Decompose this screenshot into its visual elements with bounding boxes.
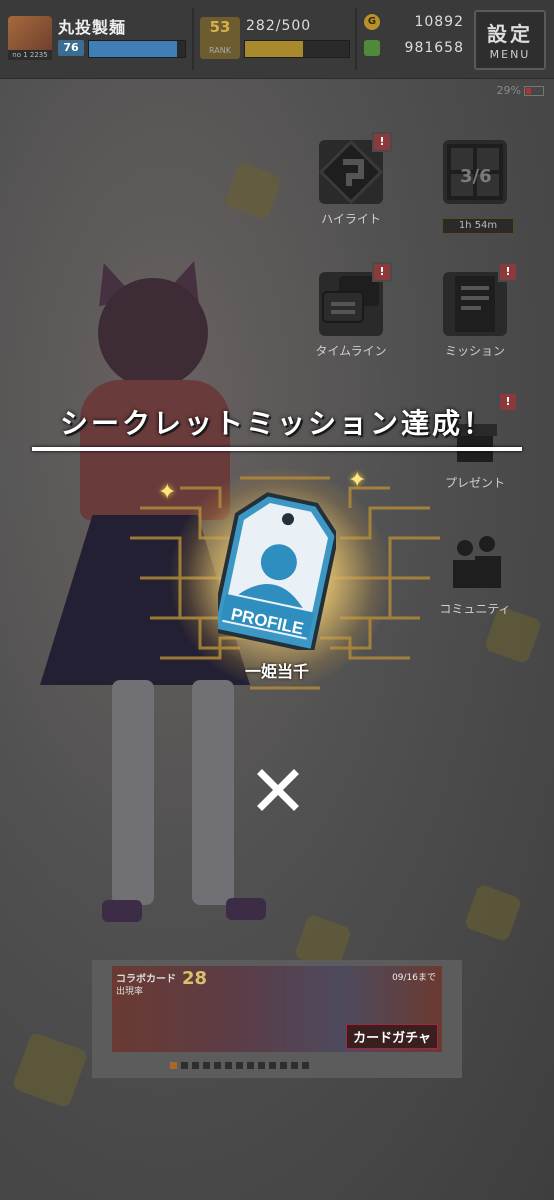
- gem-icon: [364, 40, 380, 56]
- carousel-dot[interactable]: [258, 1062, 265, 1069]
- carousel-dot[interactable]: [203, 1062, 210, 1069]
- profile-tag-icon[interactable]: PROFILE: [218, 492, 336, 650]
- gacha-banner[interactable]: コラボカード 出現率 28 09/16まで カードガチャ: [112, 966, 442, 1052]
- carousel-dot[interactable]: [302, 1062, 309, 1069]
- title-underline: [32, 447, 522, 451]
- rank-label: RANK: [209, 46, 231, 55]
- coin-icon: G: [364, 14, 380, 30]
- coin-count: 10892: [414, 14, 464, 30]
- stamina-progress-bar: [244, 40, 350, 58]
- level-progress-bar: [88, 40, 186, 58]
- rank-number: 53: [209, 18, 231, 36]
- banner-number: 28: [182, 968, 208, 989]
- menu-button[interactable]: 設定 MENU: [474, 10, 546, 70]
- banner-carousel: コラボカード 出現率 28 09/16まで カードガチャ: [92, 960, 462, 1078]
- highlight-button[interactable]: ハイライト !: [306, 132, 396, 227]
- notice-badge: !: [498, 262, 518, 282]
- close-icon[interactable]: [254, 766, 302, 814]
- gem-count: 981658: [404, 40, 464, 56]
- timeline-button[interactable]: タイムライン !: [306, 262, 396, 359]
- sparkle-icon: ✦: [158, 480, 177, 505]
- mission-label: ミッション: [444, 344, 505, 358]
- banner-date: 09/16まで: [392, 973, 436, 983]
- carousel-dot[interactable]: [225, 1062, 232, 1069]
- sparkle-icon: ✦: [348, 468, 367, 493]
- carousel-dot[interactable]: [181, 1062, 188, 1069]
- menu-label: MENU: [489, 48, 531, 61]
- carousel-dot[interactable]: [291, 1062, 298, 1069]
- dialog-title: シークレットミッション達成！: [59, 407, 494, 440]
- stamina-value: 282/500: [246, 18, 312, 34]
- mission-button[interactable]: ミッション !: [430, 262, 520, 359]
- banner-text: 出現率: [116, 987, 144, 997]
- avatar-tag: no 1 2235: [8, 50, 52, 60]
- status-bar: no 1 2235 丸投製麺 76 53 RANK 282/500 G 1089…: [0, 0, 554, 79]
- notice-badge: !: [372, 262, 392, 282]
- battery-indicator: 29%: [497, 84, 544, 97]
- timer-chip: 1h 54m: [442, 218, 514, 234]
- carousel-dot[interactable]: [280, 1062, 287, 1069]
- carousel-dot[interactable]: [269, 1062, 276, 1069]
- carousel-dot[interactable]: [247, 1062, 254, 1069]
- timeline-label: タイムライン: [315, 344, 387, 358]
- carousel-dot[interactable]: [236, 1062, 243, 1069]
- carousel-dot[interactable]: [214, 1062, 221, 1069]
- battery-icon: [524, 86, 544, 96]
- highlight-label: ハイライト: [321, 212, 381, 226]
- notice-badge: !: [372, 132, 392, 152]
- community-icon: [443, 530, 507, 594]
- page-fraction: 3/6: [460, 166, 492, 187]
- username: 丸投製麺: [58, 18, 127, 37]
- banner-gacha-label: カードガチャ: [346, 1024, 438, 1049]
- carousel-indicator: [170, 1062, 309, 1069]
- carousel-dot[interactable]: [192, 1062, 199, 1069]
- menu-kanji: 設定: [487, 22, 533, 46]
- banner-text: コラボカード: [116, 974, 176, 985]
- carousel-dot[interactable]: [170, 1062, 177, 1069]
- level-badge: 76: [58, 40, 84, 56]
- reward-name: 一姫当千: [244, 662, 309, 681]
